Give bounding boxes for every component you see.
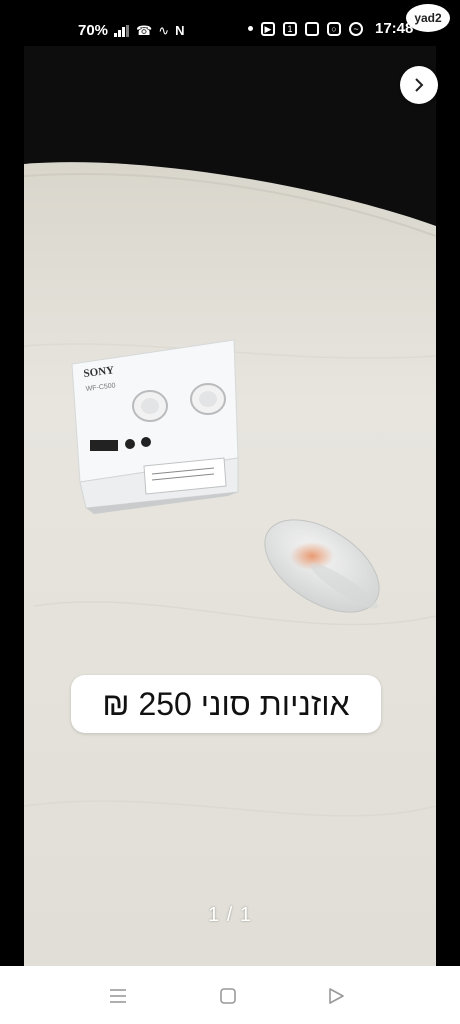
signal-icon (114, 24, 130, 37)
next-image-button[interactable] (400, 66, 438, 104)
photo-image: SONY WF-C500 (24, 46, 436, 966)
messenger-icon: ~ (349, 21, 363, 36)
app-icon (305, 21, 319, 36)
wifi-icon: ∿ (158, 22, 170, 38)
page-counter: 1 / 1 (208, 904, 252, 926)
product-box: SONY WF-C500 (71, 339, 239, 514)
battery-percentage: 70% (78, 22, 109, 39)
channel13-icon: 1 (283, 21, 297, 36)
recent-apps-icon[interactable] (108, 986, 128, 1006)
wifi-call-icon: ☎ (136, 22, 153, 38)
listing-photo[interactable]: SONY WF-C500 (24, 46, 436, 966)
status-right: ▶ 1 ○ ~ 17:48 (248, 20, 413, 37)
back-icon[interactable] (326, 986, 346, 1006)
dot-icon (248, 26, 253, 31)
chevron-right-icon (415, 78, 424, 92)
status-left: 70% ☎ ∿ N (78, 22, 185, 39)
yad2-badge: yad2 (406, 4, 450, 32)
navigation-bar (0, 966, 460, 1024)
status-bar: 70% ☎ ∿ N ▶ 1 ○ ~ 17:48 yad2 (0, 0, 460, 46)
listing-caption: אוזניות סוני 250 ₪ (102, 685, 350, 722)
home-icon[interactable] (218, 986, 238, 1006)
caption-bubble: אוזניות סוני 250 ₪ (71, 675, 381, 733)
youtube-icon: ▶ (261, 21, 275, 36)
instagram-icon: ○ (327, 21, 341, 36)
nfc-icon: N (175, 23, 185, 38)
